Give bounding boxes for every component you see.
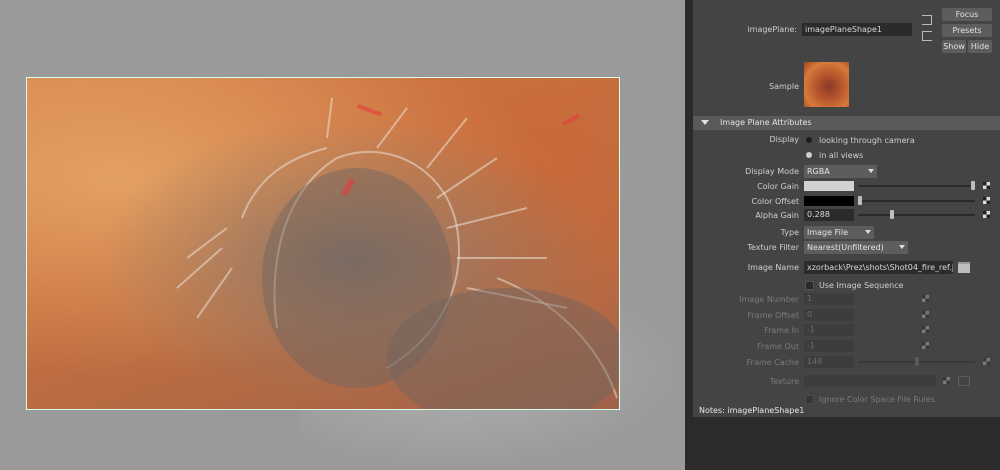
color-offset-label: Color Offset: [751, 197, 799, 206]
display-mode-dropdown[interactable]: RGBA: [804, 165, 877, 178]
frame-offset-label: Frame Offset: [747, 311, 799, 320]
frame-out-field[interactable]: -1: [804, 340, 854, 352]
color-offset-swatch[interactable]: [804, 196, 854, 206]
display-camera-radio[interactable]: [806, 137, 812, 143]
focus-button[interactable]: Focus: [942, 8, 992, 21]
select-input-icon[interactable]: [922, 15, 932, 25]
alpha-gain-map-icon[interactable]: [983, 211, 990, 218]
texture-filter-label: Texture Filter: [747, 243, 799, 252]
notes-textarea[interactable]: [693, 417, 1000, 470]
dropdown-arrow-icon: [899, 245, 905, 249]
type-dropdown[interactable]: Image File: [804, 226, 874, 239]
type-label: Type: [780, 228, 799, 237]
attribute-editor: imagePlane: imagePlaneShape1 Focus Prese…: [693, 0, 1000, 470]
image-plane-label: imagePlane:: [747, 25, 797, 34]
frame-offset-field[interactable]: 0: [804, 309, 854, 321]
display-label: Display: [769, 135, 800, 144]
use-image-sequence-label: Use Image Sequence: [819, 281, 904, 290]
use-image-sequence-checkbox[interactable]: [805, 281, 814, 290]
alpha-gain-slider-track[interactable]: [858, 214, 975, 216]
image-number-key-icon[interactable]: [922, 295, 929, 302]
color-offset-slider-thumb[interactable]: [858, 196, 862, 205]
color-gain-swatch[interactable]: [804, 181, 854, 191]
frame-in-field[interactable]: -1: [804, 324, 854, 336]
color-offset-slider-track[interactable]: [858, 200, 975, 202]
image-name-label: Image Name: [747, 263, 799, 272]
show-button[interactable]: Show: [942, 40, 966, 53]
creature-illustration: [176, 97, 619, 409]
hide-button[interactable]: Hide: [968, 40, 992, 53]
color-gain-slider-thumb[interactable]: [971, 181, 975, 190]
alpha-gain-field[interactable]: 0.288: [804, 209, 854, 221]
frame-out-key-icon[interactable]: [922, 342, 929, 349]
notes-header: Notes: imagePlaneShape1: [693, 404, 1000, 417]
frame-offset-key-icon[interactable]: [922, 311, 929, 318]
frame-cache-label: Frame Cache: [746, 358, 799, 367]
texture-map-icon[interactable]: [943, 377, 950, 384]
frame-in-key-icon[interactable]: [922, 326, 929, 333]
frame-cache-field[interactable]: 148: [804, 356, 854, 368]
display-mode-label: Display Mode: [745, 167, 799, 176]
frame-cache-key-icon[interactable]: [983, 358, 990, 365]
texture-filter-dropdown[interactable]: Nearest(Unfiltered): [804, 241, 908, 254]
viewport[interactable]: [0, 0, 685, 470]
panel-divider[interactable]: [685, 0, 693, 470]
display-all-views-option: in all views: [819, 151, 864, 160]
color-gain-map-icon[interactable]: [983, 182, 990, 189]
image-plane-preview[interactable]: [26, 77, 620, 410]
display-mode-value: RGBA: [807, 167, 830, 176]
type-value: Image File: [807, 228, 848, 237]
select-output-icon[interactable]: [922, 31, 932, 41]
frame-out-label: Frame Out: [757, 342, 799, 351]
ignore-color-space-label: Ignore Color Space File Rules: [819, 395, 935, 404]
dropdown-arrow-icon: [868, 169, 874, 173]
texture-filter-value: Nearest(Unfiltered): [807, 243, 884, 252]
ignore-color-space-checkbox[interactable]: [805, 395, 814, 404]
image-number-label: Image Number: [739, 295, 799, 304]
sample-thumbnail: [804, 62, 849, 107]
image-name-field[interactable]: xzorback\Prez\shots\Shot04_fire_ref.jpg: [804, 261, 953, 274]
collapse-triangle-icon[interactable]: [701, 120, 709, 125]
presets-button[interactable]: Presets: [942, 24, 992, 37]
dropdown-arrow-icon: [865, 230, 871, 234]
notes-area: Notes: imagePlaneShape1: [693, 404, 1000, 470]
alpha-gain-label: Alpha Gain: [755, 211, 799, 220]
frame-in-label: Frame In: [764, 326, 799, 335]
color-gain-label: Color Gain: [757, 182, 799, 191]
display-all-views-radio[interactable]: [806, 152, 812, 158]
folder-icon[interactable]: [958, 262, 970, 273]
color-offset-map-icon[interactable]: [983, 197, 990, 204]
image-plane-name-field[interactable]: imagePlaneShape1: [802, 23, 912, 36]
section-title: Image Plane Attributes: [720, 118, 812, 127]
display-camera-option: looking through camera: [819, 136, 915, 145]
texture-field[interactable]: [804, 375, 936, 387]
alpha-gain-slider-thumb[interactable]: [890, 210, 894, 219]
image-number-field[interactable]: 1: [804, 293, 854, 305]
texture-link-icon[interactable]: [958, 376, 970, 386]
texture-label: Texture: [769, 377, 799, 386]
frame-cache-slider-thumb[interactable]: [915, 357, 919, 366]
color-gain-slider-track[interactable]: [858, 185, 975, 187]
sample-label: Sample: [769, 82, 799, 91]
image-plane-attributes-header[interactable]: Image Plane Attributes: [693, 116, 1000, 130]
